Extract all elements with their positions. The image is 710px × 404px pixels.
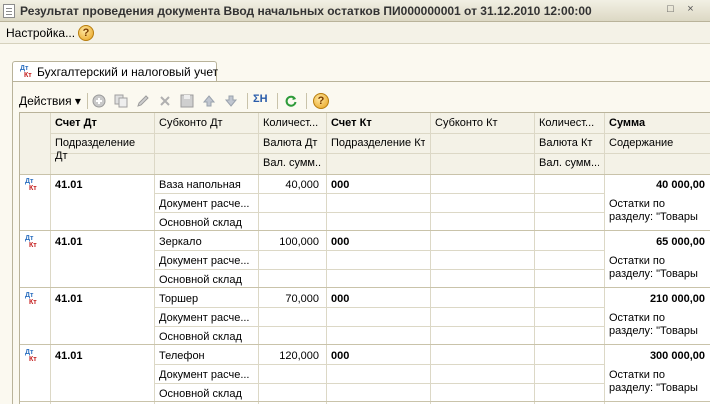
column-header: Вал. сумм...: [539, 157, 599, 169]
tab-panel: Действия ▾ ΣН ? Счет Дт Субконто Дт Коли…: [12, 81, 710, 404]
restore-icon[interactable]: □: [664, 4, 677, 17]
subconto-dt-cell: Основной склад: [159, 388, 242, 400]
account-dt-cell: 41.01: [55, 293, 83, 305]
account-dt-cell: 41.01: [55, 236, 83, 248]
column-header: Вал. сумм...: [263, 157, 321, 169]
toolbar: Действия ▾ ΣН ?: [13, 88, 710, 112]
entries-table[interactable]: Счет Дт Субконто Дт Количест... Счет Кт Субк…: [19, 112, 710, 404]
dt-kt-icon: Дт Кт: [25, 292, 37, 306]
subconto-dt-cell: Документ расче...: [159, 369, 250, 381]
content-cell: Остатки по разделу: "Товары: [609, 312, 698, 337]
quantity-dt-cell: 40,000: [285, 179, 319, 191]
column-header: Счет Дт: [55, 117, 97, 129]
chevron-down-icon: ▾: [74, 94, 81, 108]
content-cell: Остатки по разделу: "Товары: [609, 369, 698, 394]
dt-kt-icon: Дт Кт: [25, 178, 37, 192]
subconto-dt-cell: Зеркало: [159, 236, 202, 248]
account-kt-cell: 000: [331, 293, 350, 305]
column-header: Валюта Дт: [263, 137, 318, 149]
column-header: Сумма: [609, 117, 646, 129]
tab-accounting[interactable]: Дт Кт Бухгалтерский и налоговый учет: [12, 61, 219, 81]
column-header: Подразделение Кт: [331, 137, 425, 149]
dt-kt-icon: Дт Кт: [20, 65, 32, 79]
subconto-dt-cell: Телефон: [159, 350, 205, 362]
actions-menu-button[interactable]: Действия ▾: [19, 94, 81, 108]
account-kt-cell: 000: [331, 236, 350, 248]
column-header: Подразделение Дт: [55, 137, 136, 162]
save-icon[interactable]: [180, 94, 194, 108]
sum-cell: 300 000,00: [649, 350, 705, 362]
sum-icon[interactable]: ΣН: [253, 93, 273, 107]
move-down-icon[interactable]: [224, 94, 238, 108]
settings-menu[interactable]: Настройка...: [6, 26, 75, 40]
column-header: Субконто Дт: [159, 117, 223, 129]
refresh-icon[interactable]: [284, 94, 298, 108]
subconto-dt-cell: Документ расче...: [159, 312, 250, 324]
account-dt-cell: 41.01: [55, 350, 83, 362]
subconto-dt-cell: Документ расче...: [159, 255, 250, 267]
tab-label: Бухгалтерский и налоговый учет: [37, 65, 219, 79]
sum-cell: 40 000,00: [656, 179, 705, 191]
menu-bar: Настройка... ?: [0, 22, 710, 44]
content-cell: Остатки по разделу: "Товары: [609, 198, 698, 223]
close-icon[interactable]: ×: [684, 4, 697, 17]
copy-icon[interactable]: [114, 94, 128, 108]
quantity-dt-cell: 120,000: [279, 350, 319, 362]
dt-kt-icon: Дт Кт: [25, 235, 37, 249]
delete-icon[interactable]: [158, 94, 172, 108]
subconto-dt-cell: Основной склад: [159, 331, 242, 343]
sum-cell: 65 000,00: [656, 236, 705, 248]
document-icon: [3, 4, 15, 18]
column-header: Субконто Кт: [435, 117, 498, 129]
column-header: Количест...: [539, 117, 595, 129]
account-dt-cell: 41.01: [55, 179, 83, 191]
column-header: Содержание: [609, 137, 674, 149]
help-icon[interactable]: ?: [78, 25, 94, 41]
quantity-dt-cell: 100,000: [279, 236, 319, 248]
title-bar: Результат проведения документа Ввод нача…: [0, 0, 710, 22]
column-header: Валюта Кт: [539, 137, 593, 149]
sum-cell: 210 000,00: [649, 293, 705, 305]
subconto-dt-cell: Основной склад: [159, 274, 242, 286]
subconto-dt-cell: Документ расче...: [159, 198, 250, 210]
subconto-dt-cell: Торшер: [159, 293, 199, 305]
dt-kt-icon: Дт Кт: [25, 349, 37, 363]
subconto-dt-cell: Ваза напольная: [159, 179, 241, 191]
add-icon[interactable]: [92, 94, 106, 108]
account-kt-cell: 000: [331, 350, 350, 362]
content-cell: Остатки по разделу: "Товары: [609, 255, 698, 280]
window-title: Результат проведения документа Ввод нача…: [20, 4, 592, 18]
actions-label: Действия: [19, 94, 72, 108]
column-header: Количест...: [263, 117, 319, 129]
subconto-dt-cell: Основной склад: [159, 217, 242, 229]
column-header: Счет Кт: [331, 117, 372, 129]
toolbar-help-icon[interactable]: ?: [313, 93, 329, 109]
account-kt-cell: 000: [331, 179, 350, 191]
edit-icon[interactable]: [136, 94, 150, 108]
move-up-icon[interactable]: [202, 94, 216, 108]
quantity-dt-cell: 70,000: [285, 293, 319, 305]
content-area: Дт Кт Бухгалтерский и налоговый учет Дейс…: [0, 45, 710, 404]
